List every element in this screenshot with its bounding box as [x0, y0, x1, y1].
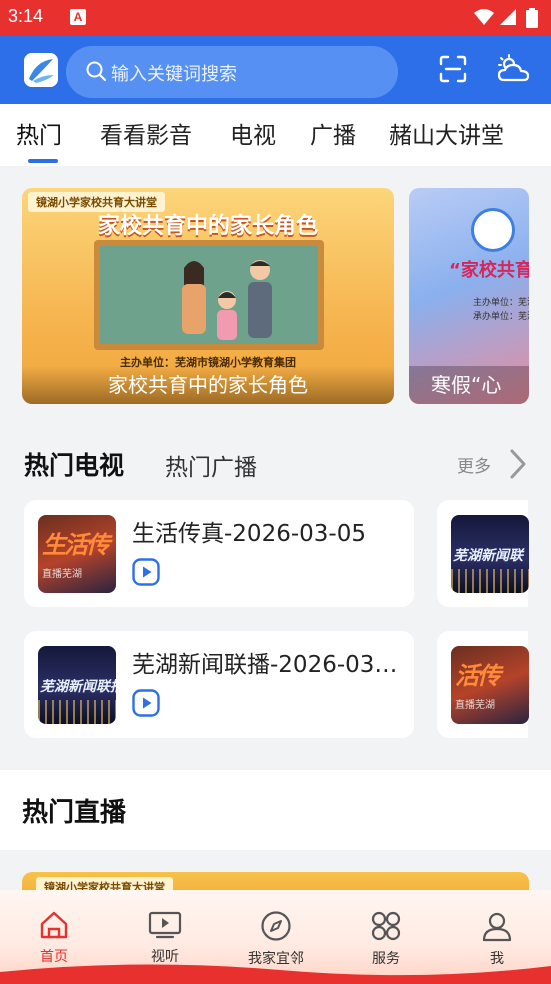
status-bar: 3:14 A — [0, 0, 551, 36]
battery-icon — [526, 8, 538, 28]
banner-carousel-item-next[interactable]: “家校共育 主办单位：芜湖市镜 承办单位：芜湖传媒 寒假“心 — [409, 188, 529, 404]
more-link[interactable]: 更多 — [457, 452, 491, 477]
school-emblem-icon — [471, 208, 515, 252]
nav-neighbors[interactable]: 我家宜邻 — [236, 910, 316, 968]
banner-title: 家校共育中的家长角色 — [97, 214, 318, 239]
video-thumbnail: 活传 直播芜湖 — [451, 646, 529, 724]
tab-hot[interactable]: 热门 — [16, 116, 62, 150]
status-time: 3:14 — [8, 6, 44, 26]
user-icon — [482, 912, 512, 942]
video-title: 芜湖新闻联播-2026-03-05 — [132, 652, 400, 678]
tab-tv[interactable]: 电视 — [230, 116, 276, 150]
signal-icon — [500, 9, 516, 25]
weather-icon[interactable] — [497, 54, 531, 84]
nav-home[interactable]: 首页 — [14, 910, 94, 966]
home-icon — [40, 911, 68, 939]
play-icon[interactable] — [132, 558, 160, 586]
chevron-right-icon[interactable] — [508, 448, 528, 480]
compass-icon — [261, 911, 291, 941]
video-title: 生活传真-2026-03-05 — [132, 521, 366, 547]
banner-carousel-item[interactable]: 镜湖小学家校共育大讲堂 家校共育中的家长角色 主办单位：芜湖市镜湖小学教育集团 … — [22, 188, 394, 404]
category-tabs: 热门 看看影音 电视 广播 赭山大讲堂 — [0, 104, 551, 166]
bottom-navigation: 首页 视听 我家宜邻 服务 我 — [0, 890, 551, 984]
hot-section-header: 热门电视 热门广播 更多 — [0, 430, 551, 490]
nav-profile[interactable]: 我 — [457, 910, 537, 968]
banner-caption: 寒假“心 — [409, 366, 529, 404]
family-illustration — [182, 260, 272, 340]
video-thumbnail: 芜湖新闻联 — [451, 515, 529, 593]
video-card[interactable]: 芜湖新闻联 — [437, 500, 529, 607]
video-thumbnail: 芜湖新闻联播 — [38, 646, 116, 724]
banner-organizers: 主办单位：芜湖市镜 承办单位：芜湖传媒 — [473, 298, 529, 322]
scan-icon[interactable] — [438, 54, 468, 84]
search-input[interactable]: 输入关键词搜索 — [66, 46, 398, 98]
video-screen-icon — [148, 911, 182, 939]
tab-watch-media[interactable]: 看看影音 — [100, 116, 192, 150]
nav-audiovisual[interactable]: 视听 — [125, 910, 205, 966]
nav-services[interactable]: 服务 — [346, 910, 426, 968]
video-card[interactable]: 活传 直播芜湖 — [437, 631, 529, 738]
tab-radio[interactable]: 广播 — [310, 116, 356, 150]
banner-headline: “家校共育 — [449, 260, 529, 281]
live-section-title: 热门直播 — [22, 798, 127, 828]
app-logo[interactable] — [24, 53, 58, 87]
search-placeholder: 输入关键词搜索 — [111, 64, 237, 85]
play-icon[interactable] — [132, 689, 160, 717]
tab-hot-radio[interactable]: 热门广播 — [165, 448, 257, 482]
active-tab-indicator — [28, 159, 58, 163]
notification-a-icon: A — [70, 9, 86, 25]
video-thumbnail: 生活传 直播芜湖 — [38, 515, 116, 593]
video-card[interactable]: 生活传 直播芜湖 生活传真-2026-03-05 — [24, 500, 414, 607]
hot-live-section: 热门直播 — [0, 770, 551, 850]
grid-services-icon — [371, 911, 401, 941]
tab-hot-tv[interactable]: 热门电视 — [24, 446, 124, 482]
search-icon — [86, 61, 106, 81]
tab-zheshan-lecture[interactable]: 赭山大讲堂 — [389, 116, 504, 150]
banner-caption: 家校共育中的家长角色 — [22, 366, 394, 404]
logo-icon — [24, 53, 58, 87]
app-bar: 输入关键词搜索 — [0, 36, 551, 104]
video-card[interactable]: 芜湖新闻联播 芜湖新闻联播-2026-03-05 — [24, 631, 414, 738]
wifi-icon — [474, 9, 494, 25]
